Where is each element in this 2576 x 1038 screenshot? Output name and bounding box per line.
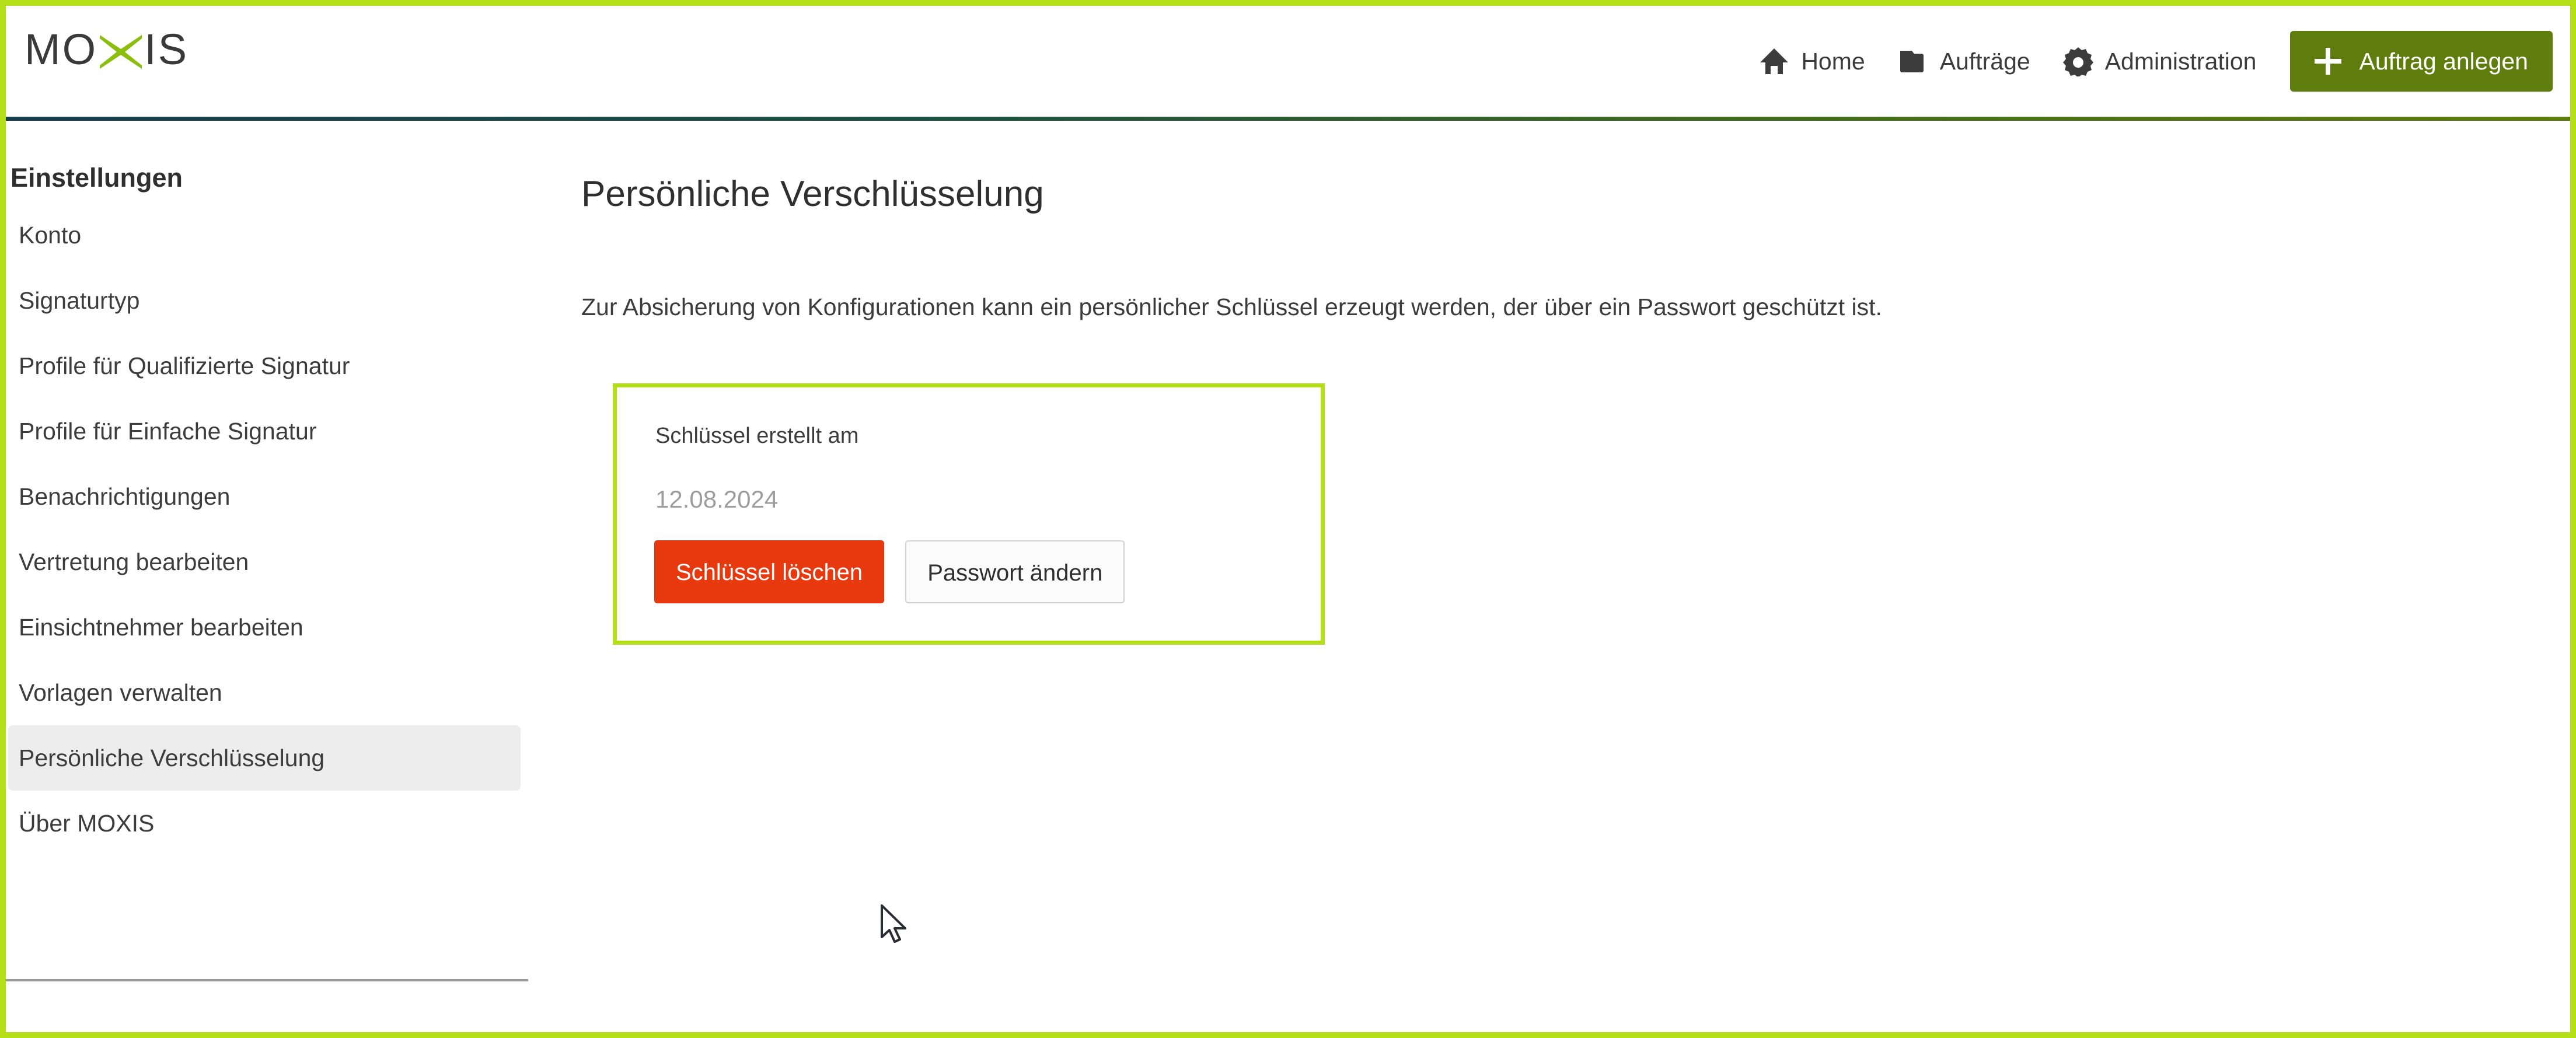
app-header: MO IS Home Aufträge Administration Auftr…	[6, 6, 2570, 117]
sidebar-item-einsichtnehmer-bearbeiten[interactable]: Einsichtnehmer bearbeiten	[8, 595, 521, 660]
sidebar-item-profile-einfache-signatur[interactable]: Profile für Einfache Signatur	[8, 399, 521, 464]
x-logo-mark-icon	[99, 34, 143, 70]
app-window: MO IS Home Aufträge Administration Auftr…	[0, 0, 2576, 1038]
sidebar-item-label: Konto	[19, 221, 82, 249]
settings-sidebar: Einstellungen Konto Signaturtyp Profile …	[6, 121, 531, 1032]
main-content: Persönliche Verschlüsselung Zur Absicher…	[531, 121, 2570, 1032]
sidebar-item-persoenliche-verschluesselung[interactable]: Persönliche Verschlüsselung	[8, 725, 521, 791]
delete-key-button[interactable]: Schlüssel löschen	[654, 540, 885, 603]
logo-text-is: IS	[144, 25, 189, 74]
sidebar-item-benachrichtigungen[interactable]: Benachrichtigungen	[8, 464, 521, 529]
nav-item-home-label: Home	[1801, 47, 1865, 75]
change-password-button[interactable]: Passwort ändern	[905, 540, 1125, 603]
sidebar-item-label: Persönliche Verschlüsselung	[19, 744, 325, 771]
create-order-button-label: Auftrag anlegen	[2359, 47, 2528, 75]
sidebar-item-list: Konto Signaturtyp Profile für Qualifizie…	[6, 202, 531, 856]
sidebar-item-vertretung-bearbeiten[interactable]: Vertretung bearbeiten	[8, 529, 521, 595]
gear-icon	[2062, 46, 2093, 76]
sidebar-item-ueber-moxis[interactable]: Über MOXIS	[8, 791, 521, 856]
nav-item-administration-label: Administration	[2104, 47, 2257, 75]
key-card-actions: Schlüssel löschen Passwort ändern	[654, 540, 1125, 603]
nav-item-administration[interactable]: Administration	[2047, 32, 2273, 90]
moxis-logo[interactable]: MO IS	[25, 25, 189, 74]
page-title: Persönliche Verschlüsselung	[581, 174, 1044, 214]
sidebar-item-label: Über MOXIS	[19, 809, 155, 837]
logo-text-mo: MO	[25, 25, 98, 74]
sidebar-item-label: Vertretung bearbeiten	[19, 548, 249, 575]
sidebar-item-vorlagen-verwalten[interactable]: Vorlagen verwalten	[8, 660, 521, 725]
sidebar-item-label: Benachrichtigungen	[19, 483, 231, 510]
sidebar-item-label: Einsichtnehmer bearbeiten	[19, 613, 303, 641]
header-divider	[6, 117, 2570, 121]
home-icon	[1759, 46, 1789, 76]
sidebar-item-label: Signaturtyp	[19, 286, 140, 314]
nav-item-auftraege[interactable]: Aufträge	[1882, 32, 2047, 90]
sidebar-item-label: Profile für Einfache Signatur	[19, 417, 317, 445]
personal-key-card: Schlüssel erstellt am 12.08.2024 Schlüss…	[613, 383, 1325, 645]
nav-item-auftraege-label: Aufträge	[1939, 47, 2030, 75]
sidebar-item-profile-qualifizierte-signatur[interactable]: Profile für Qualifizierte Signatur	[8, 333, 521, 399]
sidebar-divider	[6, 979, 528, 981]
nav-item-home[interactable]: Home	[1743, 32, 1881, 90]
page-description: Zur Absicherung von Konfigurationen kann…	[581, 293, 1882, 320]
key-created-date: 12.08.2024	[655, 485, 779, 513]
main-navigation: Home Aufträge Administration Auftrag anl…	[1743, 6, 2564, 117]
sidebar-item-label: Vorlagen verwalten	[19, 679, 222, 706]
sidebar-title: Einstellungen	[11, 163, 183, 193]
sidebar-item-konto[interactable]: Konto	[8, 202, 521, 268]
key-created-label: Schlüssel erstellt am	[655, 424, 859, 448]
create-order-button[interactable]: Auftrag anlegen	[2290, 31, 2553, 92]
sidebar-item-label: Profile für Qualifizierte Signatur	[19, 352, 350, 379]
sidebar-item-signaturtyp[interactable]: Signaturtyp	[8, 268, 521, 333]
folder-icon	[1898, 46, 1928, 76]
plus-icon	[2315, 48, 2342, 75]
